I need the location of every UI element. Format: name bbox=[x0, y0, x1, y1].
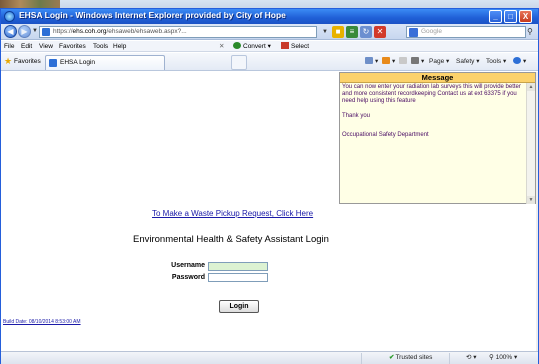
select-label: Select bbox=[291, 43, 310, 50]
menu-bar: File Edit View Favorites Tools Help ✕ Co… bbox=[1, 41, 538, 52]
feeds-icon[interactable]: ▾ bbox=[382, 56, 395, 68]
status-divider bbox=[449, 353, 450, 364]
page-menu-label: Page bbox=[429, 58, 445, 65]
security-zone[interactable]: ✔Trusted sites bbox=[389, 352, 432, 364]
username-label: Username bbox=[171, 262, 205, 269]
url-dropdown-icon[interactable]: ▼ bbox=[319, 26, 331, 38]
password-label: Password bbox=[171, 274, 205, 281]
login-title: Environmental Health & Safety Assistant … bbox=[133, 234, 329, 245]
minimize-button[interactable]: _ bbox=[489, 10, 502, 23]
convert-button[interactable]: Convert ▾ bbox=[233, 41, 271, 52]
page-scrollbar[interactable] bbox=[536, 72, 538, 351]
tab-favicon-icon bbox=[49, 59, 57, 67]
page-content: Message You can now enter your radiation… bbox=[1, 72, 538, 351]
favorites-button[interactable]: Favorites bbox=[14, 56, 41, 68]
url-input[interactable]: https://ehs.coh.org/ehsaweb/ehsaweb.aspx… bbox=[39, 26, 317, 38]
search-icon[interactable]: ⚲ bbox=[527, 26, 537, 38]
url-prefix: https:// bbox=[53, 28, 73, 35]
window-title: EHSA Login - Windows Internet Explorer p… bbox=[19, 10, 286, 20]
favorites-bar: ★ Favorites EHSA Login ▾ ▾ ▾ Page ▾ Safe… bbox=[1, 53, 538, 71]
url-path: /ehsaweb/ehsaweb.aspx?... bbox=[106, 28, 187, 35]
menu-file[interactable]: File bbox=[4, 41, 14, 52]
browser-window: EHSA Login - Windows Internet Explorer p… bbox=[0, 8, 539, 364]
compatibility-icon[interactable]: ≡ bbox=[346, 26, 358, 38]
select-icon bbox=[281, 42, 289, 49]
zoom-control[interactable]: ⚲ 100% ▾ bbox=[489, 352, 517, 364]
favorites-star-icon[interactable]: ★ bbox=[4, 57, 12, 66]
menu-view[interactable]: View bbox=[39, 41, 53, 52]
stop-icon[interactable]: ✕ bbox=[374, 26, 386, 38]
url-host: ehs.coh.org bbox=[72, 28, 107, 35]
forward-button[interactable]: ▶ bbox=[18, 25, 31, 38]
close-button[interactable]: X bbox=[519, 10, 532, 23]
menu-tools[interactable]: Tools bbox=[93, 41, 108, 52]
message-paragraph: Thank you bbox=[342, 112, 371, 119]
convert-icon bbox=[233, 42, 241, 49]
url-text: https://ehs.coh.org/ehsaweb/ehsaweb.aspx… bbox=[53, 27, 187, 37]
message-paragraph: You can now enter your radiation lab sur… bbox=[342, 84, 521, 105]
message-body: You can now enter your radiation lab sur… bbox=[342, 84, 523, 146]
tools-menu[interactable]: Tools ▾ bbox=[486, 56, 506, 68]
scroll-down-icon[interactable]: ▼ bbox=[527, 196, 535, 204]
title-bar[interactable]: EHSA Login - Windows Internet Explorer p… bbox=[1, 9, 538, 24]
build-date-link[interactable]: Build Date: 08/10/2014 8:53:00 AM bbox=[3, 319, 81, 325]
lock-icon[interactable]: ■ bbox=[332, 26, 344, 38]
history-dropdown-icon[interactable]: ▼ bbox=[32, 28, 38, 34]
search-provider-icon bbox=[409, 28, 418, 37]
new-tab-button[interactable] bbox=[231, 55, 247, 70]
tools-menu-label: Tools bbox=[486, 58, 502, 65]
message-scrollbar[interactable]: ▲ ▼ bbox=[526, 83, 535, 204]
zoom-level: 100% bbox=[495, 354, 513, 361]
desktop-background bbox=[0, 0, 539, 8]
page-menu[interactable]: Page ▾ bbox=[429, 56, 449, 68]
help-icon[interactable]: ▾ bbox=[513, 56, 526, 68]
search-input[interactable]: Google bbox=[406, 26, 526, 38]
close-toolbar-icon[interactable]: ✕ bbox=[219, 41, 224, 52]
protected-mode-icon[interactable]: ⟲ ▾ bbox=[466, 352, 477, 364]
print-icon[interactable]: ▾ bbox=[411, 56, 424, 68]
safety-menu-label: Safety bbox=[456, 58, 475, 65]
message-signature: Occupational Safety Department bbox=[342, 131, 429, 138]
message-header: Message bbox=[340, 73, 535, 83]
screen: EHSA Login - Windows Internet Explorer p… bbox=[0, 0, 539, 364]
login-button[interactable]: Login bbox=[219, 300, 259, 313]
menu-edit[interactable]: Edit bbox=[21, 41, 32, 52]
tab-label: EHSA Login bbox=[60, 59, 96, 66]
menu-help[interactable]: Help bbox=[113, 41, 126, 52]
ie-icon bbox=[4, 11, 15, 22]
refresh-icon[interactable]: ↻ bbox=[360, 26, 372, 38]
scroll-up-icon[interactable]: ▲ bbox=[527, 83, 535, 91]
search-placeholder: Google bbox=[421, 28, 442, 35]
waste-pickup-link[interactable]: To Make a Waste Pickup Request, Click He… bbox=[152, 209, 313, 218]
site-favicon-icon bbox=[42, 28, 50, 36]
desktop-image bbox=[0, 0, 60, 8]
address-bar: ◀ ▶ ▼ https://ehs.coh.org/ehsaweb/ehsawe… bbox=[1, 24, 538, 40]
menu-favorites[interactable]: Favorites bbox=[59, 41, 86, 52]
message-panel: Message You can now enter your radiation… bbox=[339, 72, 536, 204]
status-bar: ✔Trusted sites ⟲ ▾ ⚲ 100% ▾ bbox=[1, 351, 538, 364]
select-button[interactable]: Select bbox=[281, 41, 309, 52]
home-icon[interactable]: ▾ bbox=[365, 56, 378, 68]
maximize-button[interactable]: □ bbox=[504, 10, 517, 23]
status-divider bbox=[361, 353, 362, 364]
password-input[interactable] bbox=[208, 273, 268, 282]
trusted-check-icon: ✔ bbox=[389, 354, 395, 361]
username-input[interactable] bbox=[208, 262, 268, 271]
zone-label: Trusted sites bbox=[395, 354, 433, 361]
safety-menu[interactable]: Safety ▾ bbox=[456, 56, 480, 68]
convert-label: Convert bbox=[243, 43, 266, 50]
back-button[interactable]: ◀ bbox=[4, 25, 17, 38]
tab-ehsa-login[interactable]: EHSA Login bbox=[45, 55, 165, 70]
mail-icon[interactable] bbox=[399, 56, 409, 68]
